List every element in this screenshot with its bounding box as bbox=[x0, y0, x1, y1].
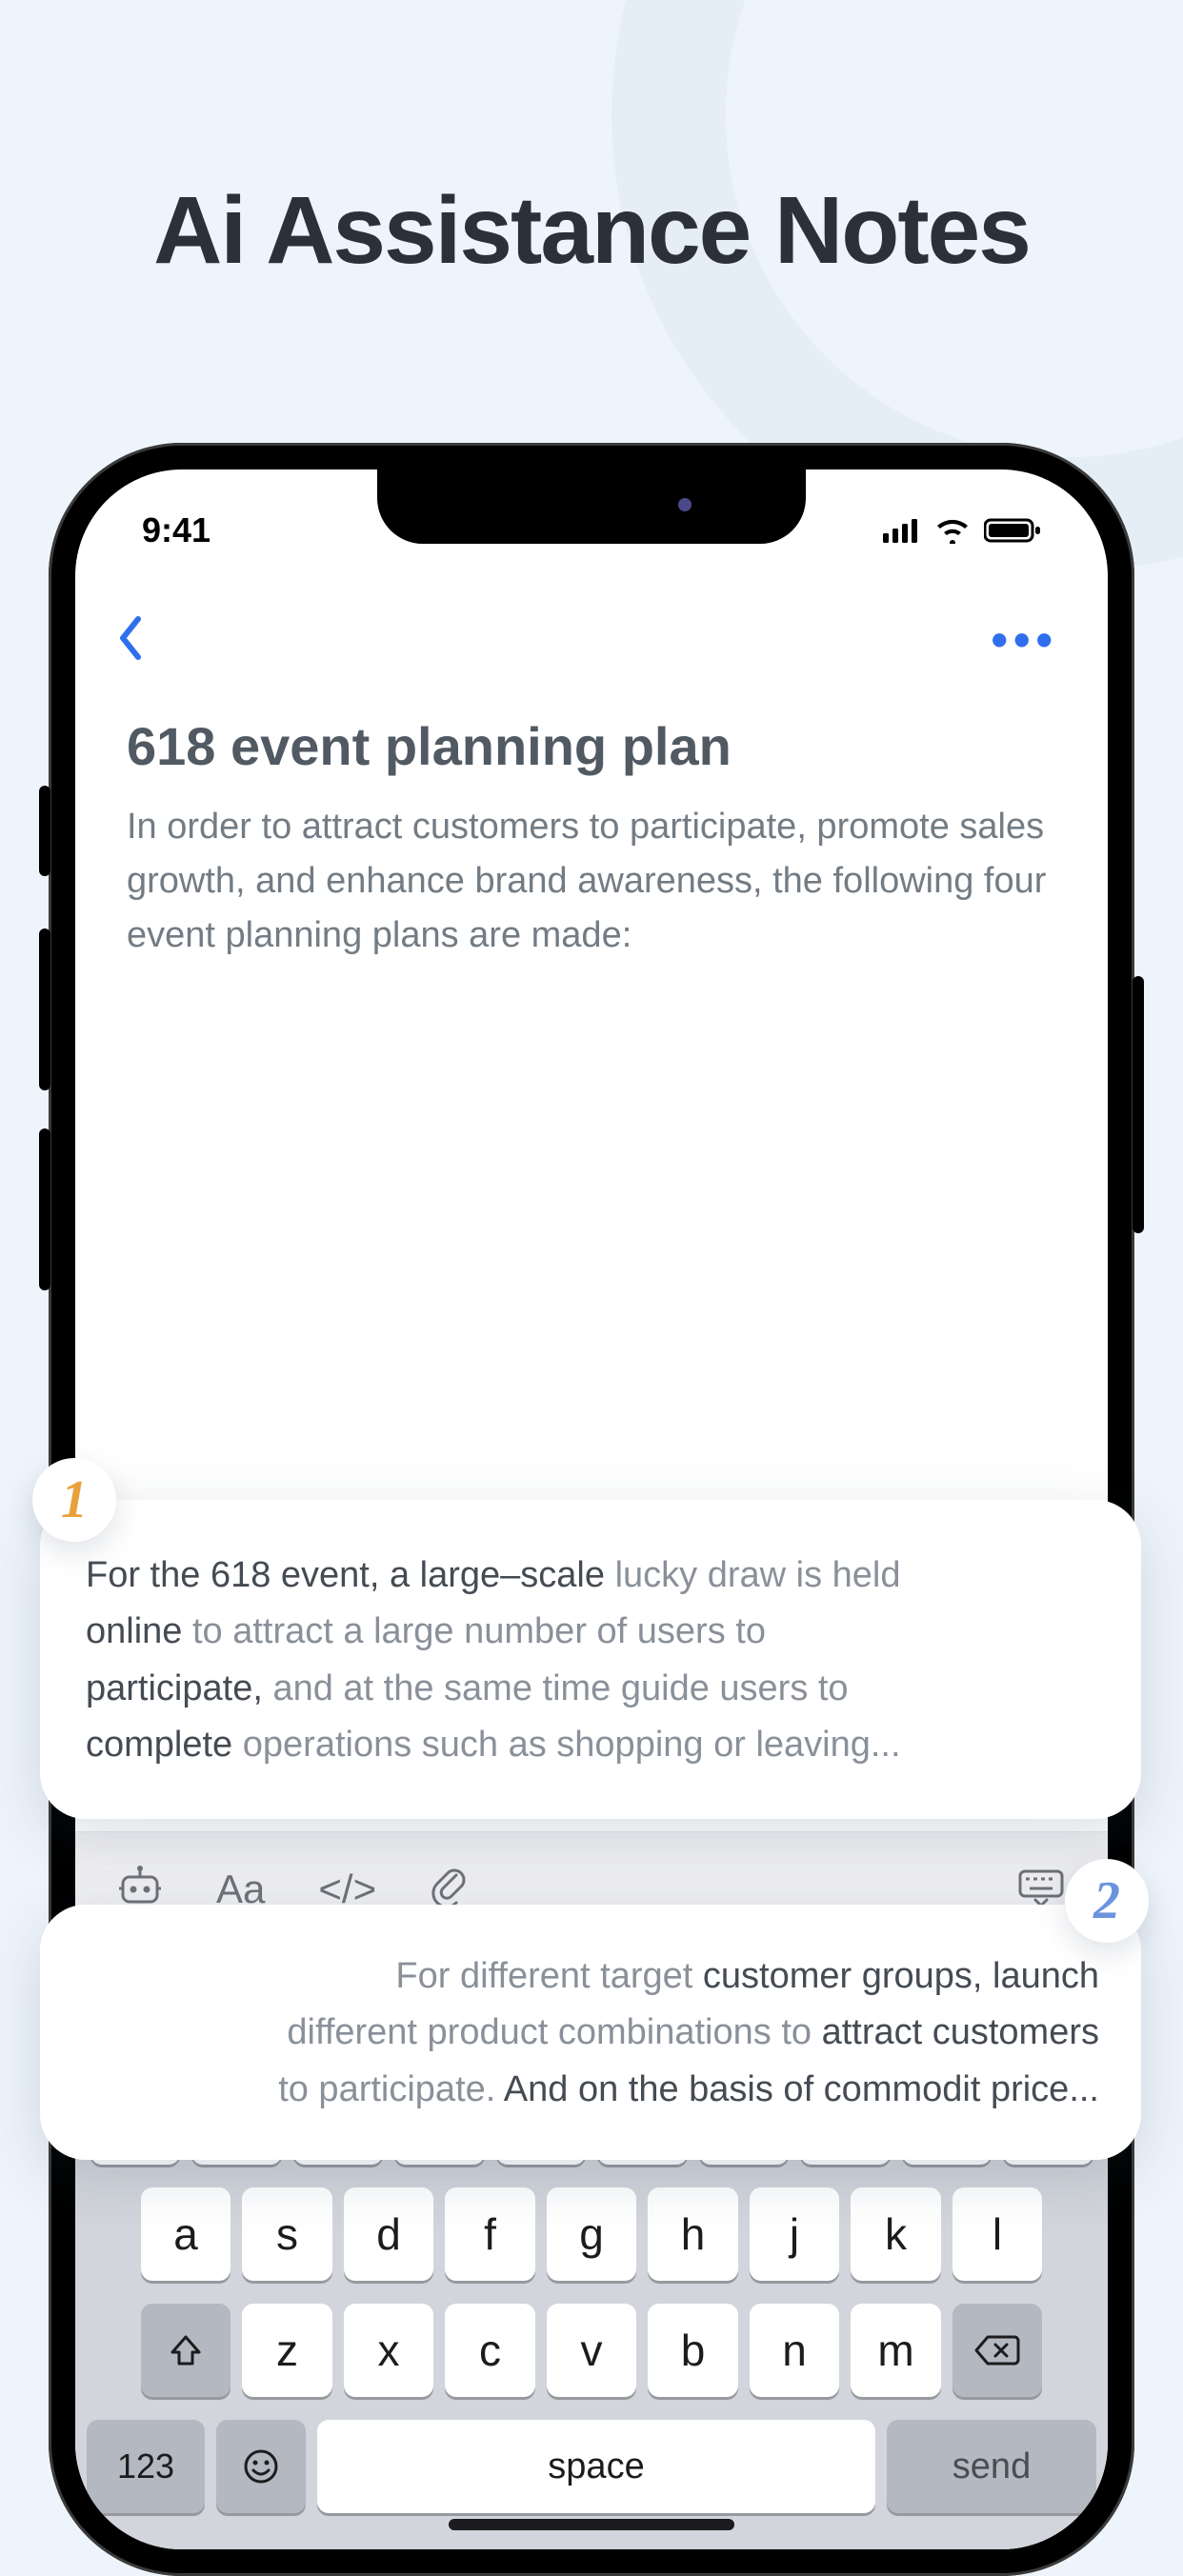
key-a[interactable]: a bbox=[141, 2187, 231, 2281]
suggestion-1-text: For the 618 event, a large–scale lucky d… bbox=[86, 1548, 1099, 1773]
battery-icon bbox=[984, 517, 1041, 544]
ai-suggestion-card-2[interactable]: 2 For different target customer groups, … bbox=[40, 1905, 1141, 2160]
note-body[interactable]: In order to attract customers to partici… bbox=[75, 792, 1108, 1001]
space-key[interactable]: space bbox=[317, 2420, 875, 2513]
status-time: 9:41 bbox=[142, 510, 211, 550]
key-f[interactable]: f bbox=[445, 2187, 535, 2281]
key-j[interactable]: j bbox=[750, 2187, 840, 2281]
send-key[interactable]: send bbox=[887, 2420, 1096, 2513]
shift-key[interactable] bbox=[141, 2304, 231, 2397]
side-button bbox=[39, 1128, 50, 1290]
backspace-key[interactable] bbox=[952, 2304, 1043, 2397]
note-title[interactable]: 618 event planning plan bbox=[75, 687, 1108, 792]
key-v[interactable]: v bbox=[547, 2304, 637, 2397]
back-button[interactable] bbox=[117, 615, 144, 666]
key-m[interactable]: m bbox=[851, 2304, 941, 2397]
badge-1: 1 bbox=[32, 1458, 116, 1542]
numeric-key[interactable]: 123 bbox=[87, 2420, 205, 2513]
key-z[interactable]: z bbox=[242, 2304, 332, 2397]
key-row-2: a s d f g h j k l bbox=[87, 2187, 1096, 2281]
home-indicator[interactable] bbox=[449, 2519, 734, 2530]
side-button bbox=[39, 786, 50, 876]
page-headline: Ai Assistance Notes bbox=[153, 176, 1030, 286]
chevron-left-icon bbox=[117, 615, 144, 661]
key-g[interactable]: g bbox=[547, 2187, 637, 2281]
key-n[interactable]: n bbox=[750, 2304, 840, 2397]
side-button bbox=[39, 929, 50, 1090]
backspace-icon bbox=[974, 2333, 1020, 2367]
more-button[interactable]: ••• bbox=[991, 612, 1058, 668]
key-row-4: 123 space send bbox=[87, 2420, 1096, 2513]
status-icons bbox=[883, 517, 1041, 544]
key-row-3: z x c v b n m bbox=[87, 2304, 1096, 2397]
emoji-key[interactable] bbox=[216, 2420, 306, 2513]
cellular-icon bbox=[883, 518, 921, 543]
key-h[interactable]: h bbox=[648, 2187, 738, 2281]
key-x[interactable]: x bbox=[344, 2304, 434, 2397]
notch bbox=[377, 469, 806, 544]
key-s[interactable]: s bbox=[242, 2187, 332, 2281]
suggestion-2-text: For different target customer groups, la… bbox=[97, 1948, 1099, 2118]
key-k[interactable]: k bbox=[851, 2187, 941, 2281]
key-l[interactable]: l bbox=[952, 2187, 1043, 2281]
wifi-icon bbox=[934, 517, 971, 544]
side-button bbox=[1133, 976, 1144, 1233]
nav-row: ••• bbox=[75, 574, 1108, 687]
ai-suggestion-card-1[interactable]: 1 For the 618 event, a large–scale lucky… bbox=[40, 1500, 1141, 1819]
badge-2: 2 bbox=[1065, 1859, 1149, 1943]
shift-icon bbox=[167, 2331, 205, 2369]
key-d[interactable]: d bbox=[344, 2187, 434, 2281]
emoji-icon bbox=[242, 2447, 280, 2486]
key-c[interactable]: c bbox=[445, 2304, 535, 2397]
key-b[interactable]: b bbox=[648, 2304, 738, 2397]
